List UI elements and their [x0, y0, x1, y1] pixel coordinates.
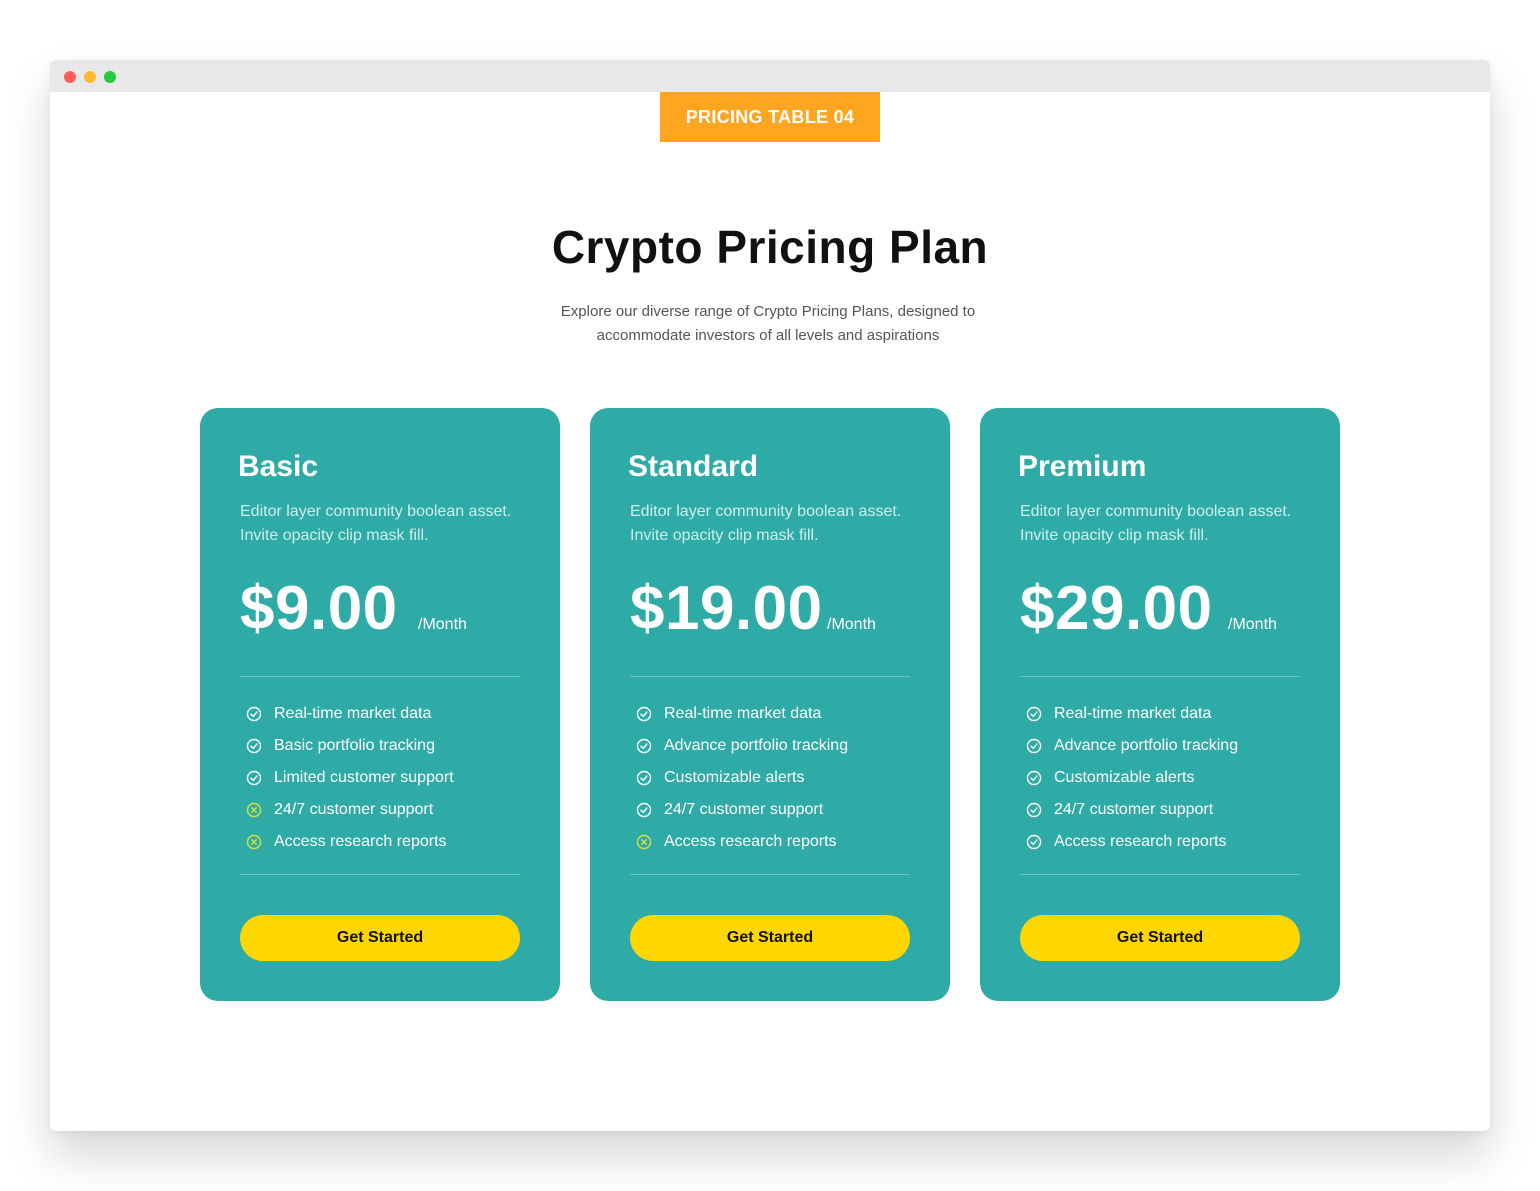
- plan-price: $19.00: [630, 574, 823, 643]
- feature-label: 24/7 customer support: [664, 801, 824, 818]
- check-circle-icon: [1026, 834, 1042, 850]
- divider: [1020, 874, 1300, 875]
- feature-item: Real-time market data: [1026, 698, 1316, 730]
- feature-item: Advance portfolio tracking: [636, 730, 926, 762]
- feature-label: Real-time market data: [1054, 705, 1212, 722]
- check-circle-icon: [246, 738, 262, 754]
- feature-label: Access research reports: [274, 833, 447, 850]
- feature-list: Real-time market data Advance portfolio t…: [1026, 698, 1316, 858]
- plan-price: $29.00: [1020, 574, 1213, 643]
- get-started-button[interactable]: Get Started: [630, 915, 910, 961]
- pricing-card-premium: Premium Editor layer community boolean a…: [980, 408, 1340, 1001]
- divider: [240, 676, 520, 677]
- feature-item: 24/7 customer support: [636, 794, 926, 826]
- maximize-window-icon[interactable]: [104, 71, 116, 83]
- feature-label: 24/7 customer support: [274, 801, 434, 818]
- divider: [630, 676, 910, 677]
- feature-label: Access research reports: [664, 833, 837, 850]
- plan-price: $9.00: [240, 574, 398, 643]
- feature-item: Advance portfolio tracking: [1026, 730, 1316, 762]
- feature-label: Advance portfolio tracking: [1054, 737, 1239, 754]
- feature-list: Real-time market data Advance portfolio t…: [636, 698, 926, 858]
- get-started-button[interactable]: Get Started: [1020, 915, 1300, 961]
- feature-item: Real-time market data: [636, 698, 926, 730]
- check-circle-icon: [636, 738, 652, 754]
- feature-item: Access research reports: [636, 826, 926, 858]
- check-circle-icon: [246, 770, 262, 786]
- minimize-window-icon[interactable]: [84, 71, 96, 83]
- plan-period: /Month: [827, 616, 876, 633]
- feature-label: 24/7 customer support: [1054, 801, 1214, 818]
- page-title: Crypto Pricing Plan: [551, 221, 989, 273]
- plan-description: Editor layer community boolean asset. In…: [630, 503, 902, 544]
- feature-label: Customizable alerts: [1054, 769, 1195, 786]
- pricing-table-tag: PRICING TABLE 04: [660, 92, 880, 142]
- check-circle-icon: [1026, 802, 1042, 818]
- pricing-card-basic: Basic Editor layer community boolean ass…: [200, 408, 560, 1001]
- plan-description: Editor layer community boolean asset. In…: [240, 503, 512, 544]
- feature-label: Customizable alerts: [664, 769, 805, 786]
- check-circle-icon: [1026, 770, 1042, 786]
- divider: [240, 874, 520, 875]
- feature-label: Basic portfolio tracking: [274, 737, 435, 754]
- feature-item: 24/7 customer support: [1026, 794, 1316, 826]
- feature-item: Real-time market data: [246, 698, 536, 730]
- check-circle-icon: [636, 802, 652, 818]
- feature-label: Real-time market data: [664, 705, 822, 722]
- check-circle-icon: [636, 770, 652, 786]
- check-circle-icon: [246, 706, 262, 722]
- x-circle-icon: [636, 834, 652, 850]
- divider: [1020, 676, 1300, 677]
- feature-item: Basic portfolio tracking: [246, 730, 536, 762]
- check-circle-icon: [636, 706, 652, 722]
- check-circle-icon: [1026, 706, 1042, 722]
- check-circle-icon: [1026, 738, 1042, 754]
- get-started-button[interactable]: Get Started: [240, 915, 520, 961]
- plan-period: /Month: [418, 616, 467, 633]
- feature-item: Limited customer support: [246, 762, 536, 794]
- feature-item: 24/7 customer support: [246, 794, 536, 826]
- feature-item: Access research reports: [246, 826, 536, 858]
- divider: [630, 874, 910, 875]
- feature-item: Customizable alerts: [636, 762, 926, 794]
- browser-window: PRICING TABLE 04 Crypto Pricing Plan Exp…: [50, 60, 1490, 1131]
- pricing-card-standard: Standard Editor layer community boolean …: [590, 408, 950, 1001]
- plan-name: Standard: [628, 450, 759, 483]
- feature-list: Real-time market data Basic portfolio tra…: [246, 698, 536, 858]
- feature-label: Limited customer support: [274, 769, 454, 786]
- window-titlebar: [50, 60, 1490, 92]
- feature-label: Advance portfolio tracking: [664, 737, 849, 754]
- feature-label: Real-time market data: [274, 705, 432, 722]
- x-circle-icon: [246, 802, 262, 818]
- plan-name: Premium: [1018, 450, 1147, 483]
- feature-item: Access research reports: [1026, 826, 1316, 858]
- plan-period: /Month: [1228, 616, 1277, 633]
- x-circle-icon: [246, 834, 262, 850]
- feature-item: Customizable alerts: [1026, 762, 1316, 794]
- plan-description: Editor layer community boolean asset. In…: [1020, 503, 1292, 544]
- feature-label: Access research reports: [1054, 833, 1227, 850]
- plan-name: Basic: [238, 450, 319, 483]
- close-window-icon[interactable]: [64, 71, 76, 83]
- page-subtitle: Explore our diverse range of Crypto Pric…: [560, 303, 976, 344]
